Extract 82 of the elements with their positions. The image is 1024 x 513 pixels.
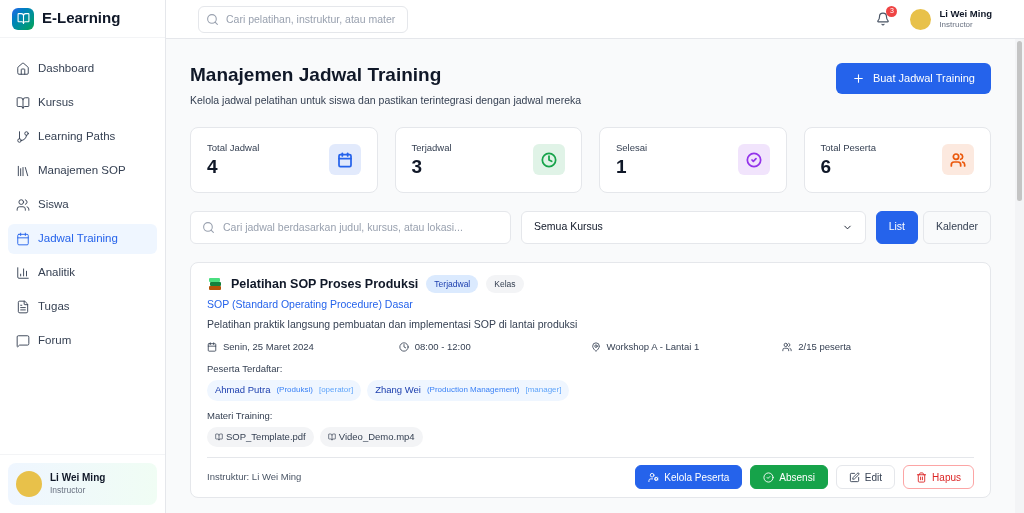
search-field[interactable]: Cari pelatihan, instruktur, atau mater (198, 5, 408, 33)
participant-name: Ahmad Putra (215, 383, 271, 398)
user-card[interactable]: Li Wei Ming Instructor (8, 463, 157, 505)
action-button[interactable]: Kelola Peserta (635, 465, 743, 489)
scrollbar[interactable] (1015, 39, 1024, 513)
sidebar-item[interactable]: Jadwal Training (8, 224, 157, 254)
instructor-label: Instruktur: Li Wei Ming (207, 469, 302, 484)
action-button[interactable]: Hapus (903, 465, 974, 489)
sidebar-item[interactable]: Learning Paths (8, 122, 157, 152)
section-label: Materi Training: (207, 408, 274, 423)
map-pin-icon (590, 341, 601, 352)
view-toggle[interactable]: List (875, 210, 918, 244)
participant-department: (Production Management) (426, 384, 520, 397)
check-circle-icon (763, 471, 775, 483)
chat-icon (16, 334, 30, 348)
stat-value: 6 (820, 154, 833, 179)
course-select[interactable]: Semua Kursus (521, 210, 866, 244)
page-title: Manajemen Jadwal Training (190, 63, 443, 87)
stat-value: 4 (207, 154, 219, 179)
schedule-date: Senin, 25 Maret 2024 (223, 339, 314, 354)
calendar-icon (16, 232, 30, 246)
participant-role: [manager] (525, 384, 562, 397)
plus-icon (851, 72, 865, 85)
view-toggle[interactable]: Kalender (922, 210, 991, 244)
trash-icon (916, 471, 928, 483)
user-role: Instructor (50, 484, 87, 496)
schedule-search-field[interactable]: Cari jadwal berdasarkan judul, kursus, atau lokasi... (190, 210, 511, 244)
user-name: Li Wei Ming (50, 472, 106, 485)
edit-icon (848, 471, 860, 483)
sidebar-item[interactable]: Dashboard (8, 54, 157, 84)
user-name: Li Wei Ming (939, 8, 992, 20)
course-link[interactable]: SOP (Standard Operating Procedure) Dasar (207, 297, 974, 313)
avatar (16, 471, 42, 497)
home-icon (16, 62, 30, 76)
participant-name: Zhang Wei (375, 383, 421, 398)
schedule-location: Workshop A - Lantai 1 (606, 339, 700, 354)
logo-icon (12, 7, 34, 30)
user-gear-icon (648, 471, 660, 483)
section-label: Peserta Terdaftar: (207, 362, 284, 376)
brand-name: E-Learning (42, 8, 121, 29)
action-button[interactable]: Edit (835, 465, 896, 489)
sidebar-item[interactable]: Analitik (8, 258, 157, 288)
material-chip[interactable]: SOP_Template.pdf (207, 426, 314, 447)
participant-count: 2/15 peserta (798, 339, 852, 354)
stat-label: Total Peserta (820, 140, 876, 155)
search-icon (202, 220, 215, 234)
user-role: Instructor (939, 19, 974, 30)
bar-chart-icon (16, 266, 30, 280)
branch-icon (16, 130, 30, 144)
bell-icon[interactable] (876, 12, 891, 26)
create-schedule-button[interactable]: Buat Jadwal Training (835, 63, 991, 94)
users-icon (16, 198, 30, 212)
stat-label: Selesai (616, 140, 648, 155)
avatar (910, 8, 932, 30)
document-icon (16, 300, 30, 314)
schedule-title: Pelatihan SOP Proses Produksi (231, 275, 419, 293)
calendar-icon (207, 341, 217, 352)
schedule-time: 08:00 - 12:00 (414, 339, 471, 354)
sidebar-item[interactable]: Manajemen SOP (8, 156, 157, 186)
stat-label: Total Jadwal (207, 140, 260, 155)
search-icon (206, 12, 219, 26)
books-icon (207, 275, 223, 292)
library-icon (16, 164, 30, 178)
stat-label: Terjadwal (411, 140, 452, 155)
users-icon (782, 341, 793, 352)
sidebar-item[interactable]: Tugas (8, 292, 157, 322)
book-icon (327, 432, 336, 441)
page-subtitle: Kelola jadwal pelatihan untuk siswa dan pastikan terintegrasi dengan jadwal mereka (190, 92, 582, 108)
clock-icon (398, 341, 409, 352)
sidebar-item[interactable]: Forum (8, 326, 157, 356)
schedule-description: Pelatihan praktik langsung pembuatan dan implementasi SOP di lantai produksi (207, 317, 579, 332)
sidebar-item[interactable]: Siswa (8, 190, 157, 220)
participant-department: (Produksi) (276, 384, 313, 397)
stat-value: 1 (616, 154, 628, 179)
participant-role: [operator] (318, 384, 354, 397)
book-icon (215, 432, 223, 441)
stat-value: 3 (411, 154, 424, 179)
book-icon (16, 96, 30, 110)
sidebar-item[interactable]: Kursus (8, 88, 157, 118)
type-badge: Kelas (486, 274, 524, 294)
material-chip[interactable]: Video_Demo.mp4 (319, 426, 423, 447)
status-badge: Terjadwal (426, 274, 479, 294)
